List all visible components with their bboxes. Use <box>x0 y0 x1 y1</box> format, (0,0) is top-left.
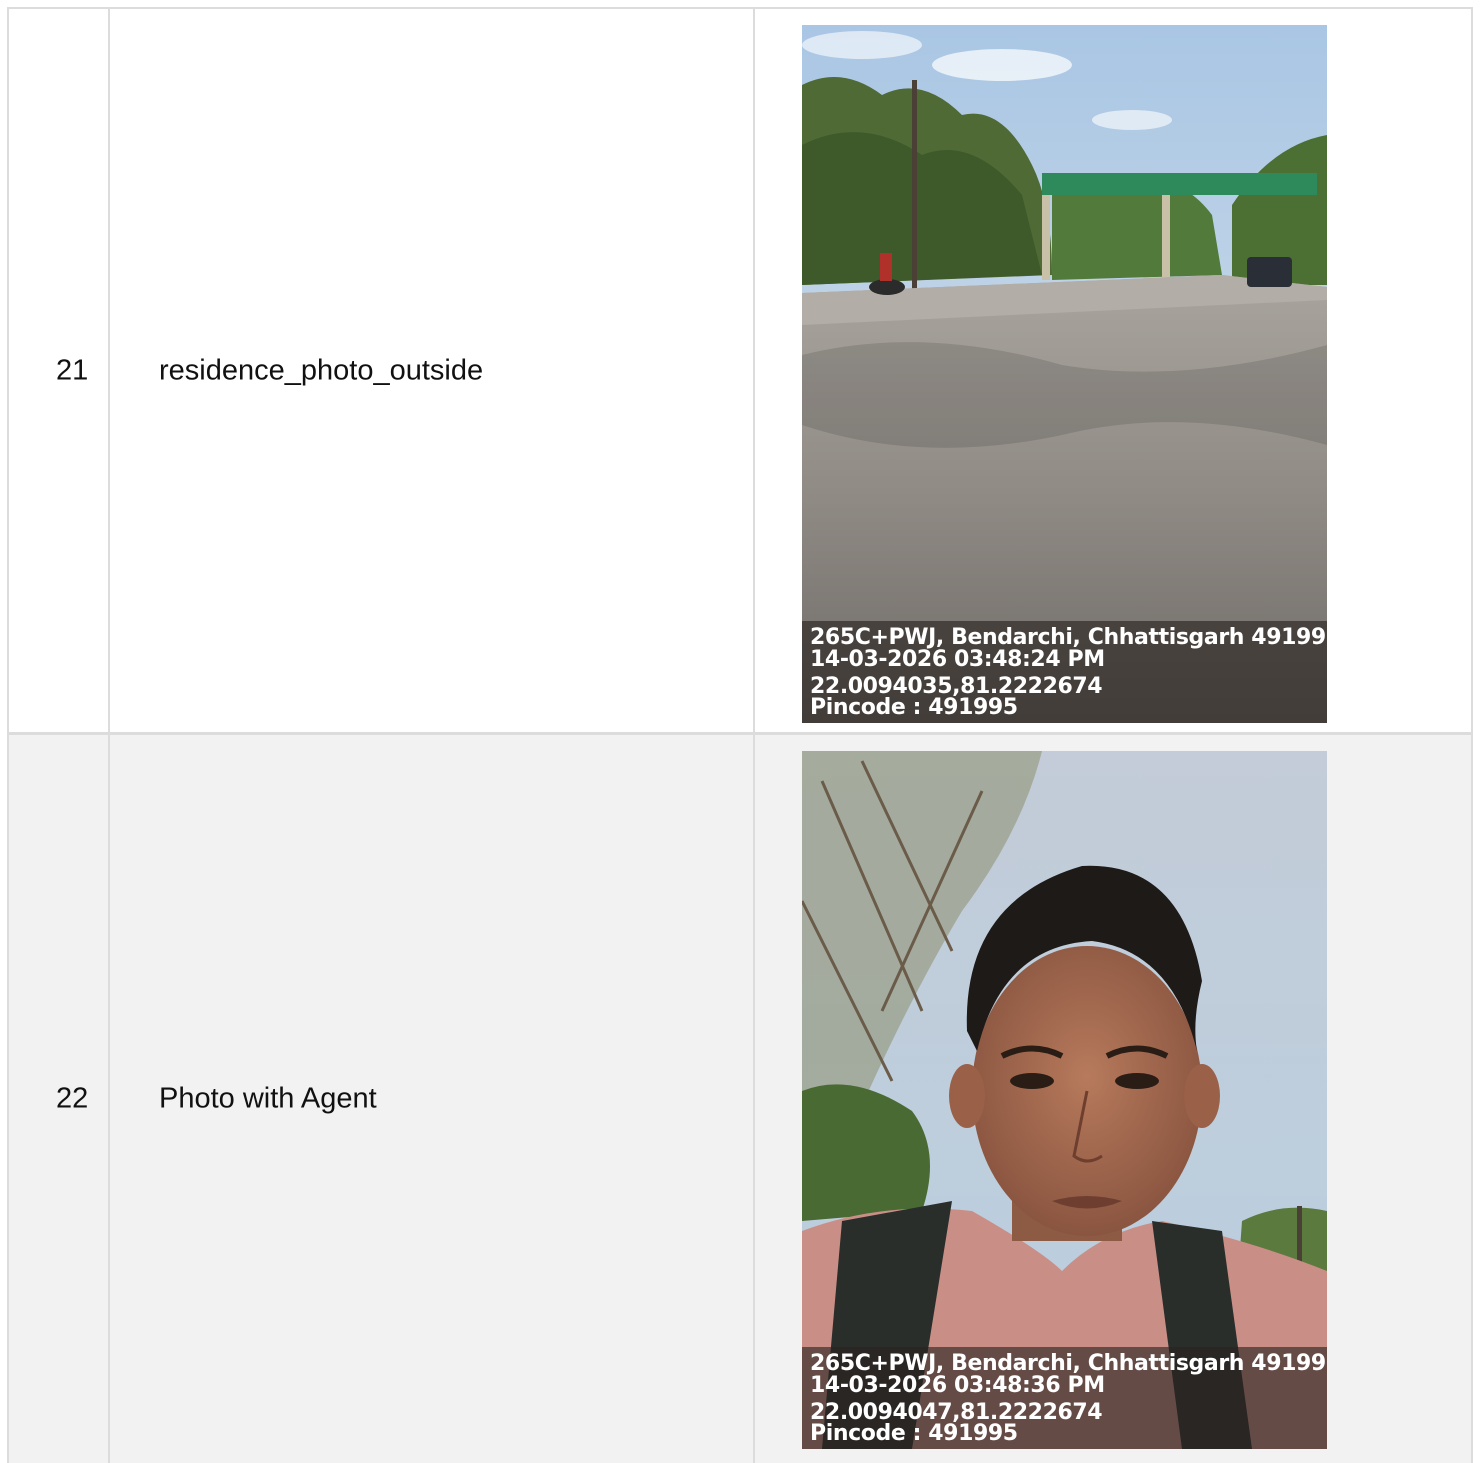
stamp-pincode: Pincode : 491995 <box>810 1421 1018 1446</box>
row-label: residence_photo_outside <box>159 354 484 386</box>
row-photo-cell: 265C+PWJ, Bendarchi, Chhattisgarh 491995… <box>755 9 1471 732</box>
row-label-cell: Photo with Agent <box>110 735 755 1463</box>
stamp-address: 265C+PWJ, Bendarchi, Chhattisgarh 491995 <box>810 1351 1327 1376</box>
agent-photo[interactable]: 265C+PWJ, Bendarchi, Chhattisgarh 491995… <box>802 751 1327 1449</box>
geo-stamp: 265C+PWJ, Bendarchi, Chhattisgarh 491995… <box>802 1347 1327 1449</box>
table-row: 22 Photo with Agent 265C+PWJ, Bendarchi,… <box>7 733 1473 1463</box>
street-scene-image <box>802 25 1327 723</box>
row-photo-cell: 265C+PWJ, Bendarchi, Chhattisgarh 491995… <box>755 735 1471 1463</box>
row-number: 22 <box>56 1082 89 1115</box>
stamp-datetime: 14-03-2026 03:48:24 PM <box>810 647 1105 672</box>
row-number-cell: 22 <box>9 735 110 1463</box>
stamp-datetime: 14-03-2026 03:48:36 PM <box>810 1373 1105 1398</box>
row-label-cell: residence_photo_outside <box>110 9 755 732</box>
stamp-pincode: Pincode : 491995 <box>810 695 1018 720</box>
row-label: Photo with Agent <box>159 1082 377 1115</box>
selfie-image <box>802 751 1327 1449</box>
row-number-cell: 21 <box>9 9 110 732</box>
geo-stamp: 265C+PWJ, Bendarchi, Chhattisgarh 491995… <box>802 621 1327 723</box>
table-row: 21 residence_photo_outside 265C+PWJ, Ben… <box>7 7 1473 734</box>
row-number: 21 <box>56 354 89 386</box>
residence-photo[interactable]: 265C+PWJ, Bendarchi, Chhattisgarh 491995… <box>802 25 1327 723</box>
stamp-address: 265C+PWJ, Bendarchi, Chhattisgarh 491995 <box>810 625 1327 650</box>
